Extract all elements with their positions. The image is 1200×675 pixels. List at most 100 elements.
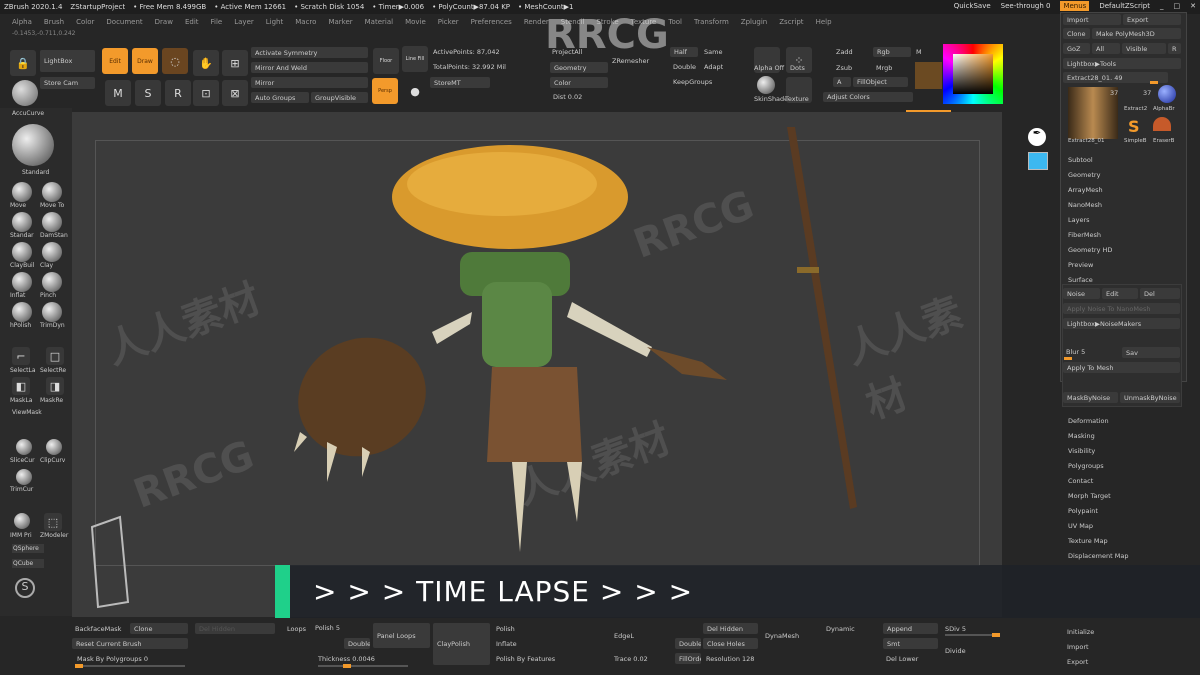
tool-menu-texture-map[interactable]: Texture Map <box>1068 537 1108 545</box>
select-lasso-icon[interactable]: ⌐ <box>12 347 30 365</box>
a-button[interactable]: A <box>833 77 851 87</box>
trim-curve-icon[interactable] <box>16 469 32 485</box>
initialize-button[interactable]: Initialize <box>1067 628 1094 636</box>
brush-inflat-icon[interactable] <box>12 272 32 292</box>
store-mt-button[interactable]: StoreMT <box>430 77 490 88</box>
slice-curve-icon[interactable] <box>16 439 32 455</box>
brush-claybuil-icon[interactable] <box>12 242 32 262</box>
save-button[interactable]: Sav <box>1122 347 1180 358</box>
blur-slider[interactable]: Blur 5 <box>1066 348 1085 356</box>
floor-button[interactable]: Floor <box>373 48 399 74</box>
menu-zplugin[interactable]: Zplugin <box>741 18 767 26</box>
scale-icon[interactable]: S <box>135 80 161 106</box>
loops-slider[interactable]: Loops <box>287 625 306 633</box>
menu-alpha[interactable]: Alpha <box>12 18 32 26</box>
export-button[interactable]: Export <box>1123 14 1181 25</box>
noise-button[interactable]: Noise <box>1063 288 1100 299</box>
dynamic-button[interactable]: Dynamic <box>826 625 855 633</box>
zsub-button[interactable]: Zsub <box>836 64 852 72</box>
tool-menu-deformation[interactable]: Deformation <box>1068 417 1109 425</box>
line-fill-button[interactable]: Line Fill <box>402 46 428 72</box>
mask-slider-track[interactable] <box>75 664 185 668</box>
smt-toggle[interactable]: Smt <box>883 638 938 649</box>
thickness-slider-track[interactable] <box>318 664 408 668</box>
solo-icon[interactable]: ● <box>402 78 428 104</box>
brush-trimdyn-icon[interactable] <box>42 302 62 322</box>
imm-primitives-icon[interactable] <box>14 513 30 529</box>
mask-polygroups-slider[interactable]: Mask By Polygroups 0 <box>77 655 148 663</box>
dynamesh-button[interactable]: DynaMesh <box>765 632 799 640</box>
dist-slider[interactable]: Dist 0.02 <box>553 93 582 101</box>
edge-button[interactable]: EdgeL <box>614 632 634 640</box>
clone-brush-button[interactable]: Clone <box>130 623 188 634</box>
noise-edit-button[interactable]: Edit <box>1102 288 1138 299</box>
zadd-button[interactable]: Zadd <box>836 48 853 56</box>
material-sphere-icon[interactable] <box>757 76 775 94</box>
polish-by-features-slider[interactable]: Polish By Features <box>496 655 555 663</box>
maximize-icon[interactable]: □ <box>1174 2 1181 10</box>
make-polymesh-button[interactable]: Make PolyMesh3D <box>1092 28 1181 39</box>
m-button[interactable]: M <box>916 48 922 56</box>
inflate-slider[interactable]: Inflate <box>496 640 517 648</box>
geometry-toggle[interactable]: Geometry <box>550 62 608 73</box>
unmask-by-noise-button[interactable]: UnmaskByNoise <box>1120 392 1180 403</box>
divide-button[interactable]: Divide <box>945 647 966 655</box>
auto-groups-button[interactable]: Auto Groups <box>251 92 309 103</box>
close-holes-button[interactable]: Close Holes <box>703 638 758 649</box>
import-button[interactable]: Import <box>1063 14 1121 25</box>
menu-macro[interactable]: Macro <box>295 18 316 26</box>
adapt-button[interactable]: Adapt <box>704 63 723 71</box>
clone-button[interactable]: Clone <box>1063 28 1090 39</box>
apply-to-mesh-button[interactable]: Apply To Mesh <box>1063 362 1180 373</box>
edit-button[interactable]: Edit <box>102 48 128 74</box>
menu-file[interactable]: File <box>211 18 223 26</box>
polyframe-icon[interactable] <box>1028 152 1048 170</box>
menu-zscript[interactable]: Zscript <box>779 18 803 26</box>
seethrough-slider[interactable]: See-through 0 <box>1001 2 1051 10</box>
tool-menu-surface[interactable]: Surface <box>1068 276 1093 284</box>
lightbox-button[interactable]: LightBox <box>40 50 95 72</box>
menu-light[interactable]: Light <box>266 18 283 26</box>
reset-brush-button[interactable]: Reset Current Brush <box>72 638 188 649</box>
menu-marker[interactable]: Marker <box>328 18 352 26</box>
mask-rect-icon[interactable]: ◨ <box>46 377 64 395</box>
accucurve-button[interactable]: AccuCurve <box>12 110 44 117</box>
menu-document[interactable]: Document <box>106 18 142 26</box>
tool-menu-masking[interactable]: Masking <box>1068 432 1095 440</box>
tool-menu-visibility[interactable]: Visibility <box>1068 447 1095 455</box>
tool-menu-preview[interactable]: Preview <box>1068 261 1093 269</box>
half-button[interactable]: Half <box>670 47 698 57</box>
sphere-icon[interactable] <box>12 80 38 106</box>
brush-move-icon[interactable] <box>12 182 32 202</box>
tool-menu-uv-map[interactable]: UV Map <box>1068 522 1093 530</box>
brush-damstan-icon[interactable] <box>42 212 62 232</box>
mirror-weld-button[interactable]: Mirror And Weld <box>251 62 368 73</box>
panel-loops-button[interactable]: Panel Loops <box>373 623 430 648</box>
mask-by-noise-button[interactable]: MaskByNoise <box>1063 392 1118 403</box>
rgb-button[interactable]: Rgb <box>873 47 911 57</box>
rotate-icon[interactable]: R <box>165 80 191 106</box>
group-visible-button[interactable]: GroupVisible <box>311 92 368 103</box>
menu-movie[interactable]: Movie <box>405 18 426 26</box>
thickness-slider[interactable]: Thickness 0.0046 <box>318 655 375 663</box>
brush-pinch-icon[interactable] <box>42 272 62 292</box>
polish-slider[interactable]: Polish 5 <box>315 624 340 632</box>
noise-del-button[interactable]: Del <box>1140 288 1180 299</box>
append-button[interactable]: Append <box>883 623 938 634</box>
zoom3d-icon[interactable]: ⊞ <box>222 50 248 76</box>
rotate-button[interactable]: ◌ <box>162 48 188 74</box>
simple-brush-icon[interactable]: S <box>1128 117 1140 136</box>
menu-brush[interactable]: Brush <box>44 18 64 26</box>
standard-brush-icon[interactable] <box>12 124 54 166</box>
tool-menu-geometry-hd[interactable]: Geometry HD <box>1068 246 1112 254</box>
r-button[interactable]: R <box>1168 43 1181 54</box>
del-hidden-dim[interactable]: Del Hidden <box>195 623 275 634</box>
tool-menu-arraymesh[interactable]: ArrayMesh <box>1068 186 1103 194</box>
tool-menu-nanomesh[interactable]: NanoMesh <box>1068 201 1102 209</box>
qsphere-button[interactable]: QSphere <box>12 544 44 553</box>
resolution-slider[interactable]: Resolution 128 <box>706 655 754 663</box>
clip-curve-icon[interactable] <box>46 439 62 455</box>
tool-menu-layers[interactable]: Layers <box>1068 216 1090 224</box>
menu-draw[interactable]: Draw <box>155 18 173 26</box>
persp-button[interactable]: Persp <box>372 78 398 104</box>
